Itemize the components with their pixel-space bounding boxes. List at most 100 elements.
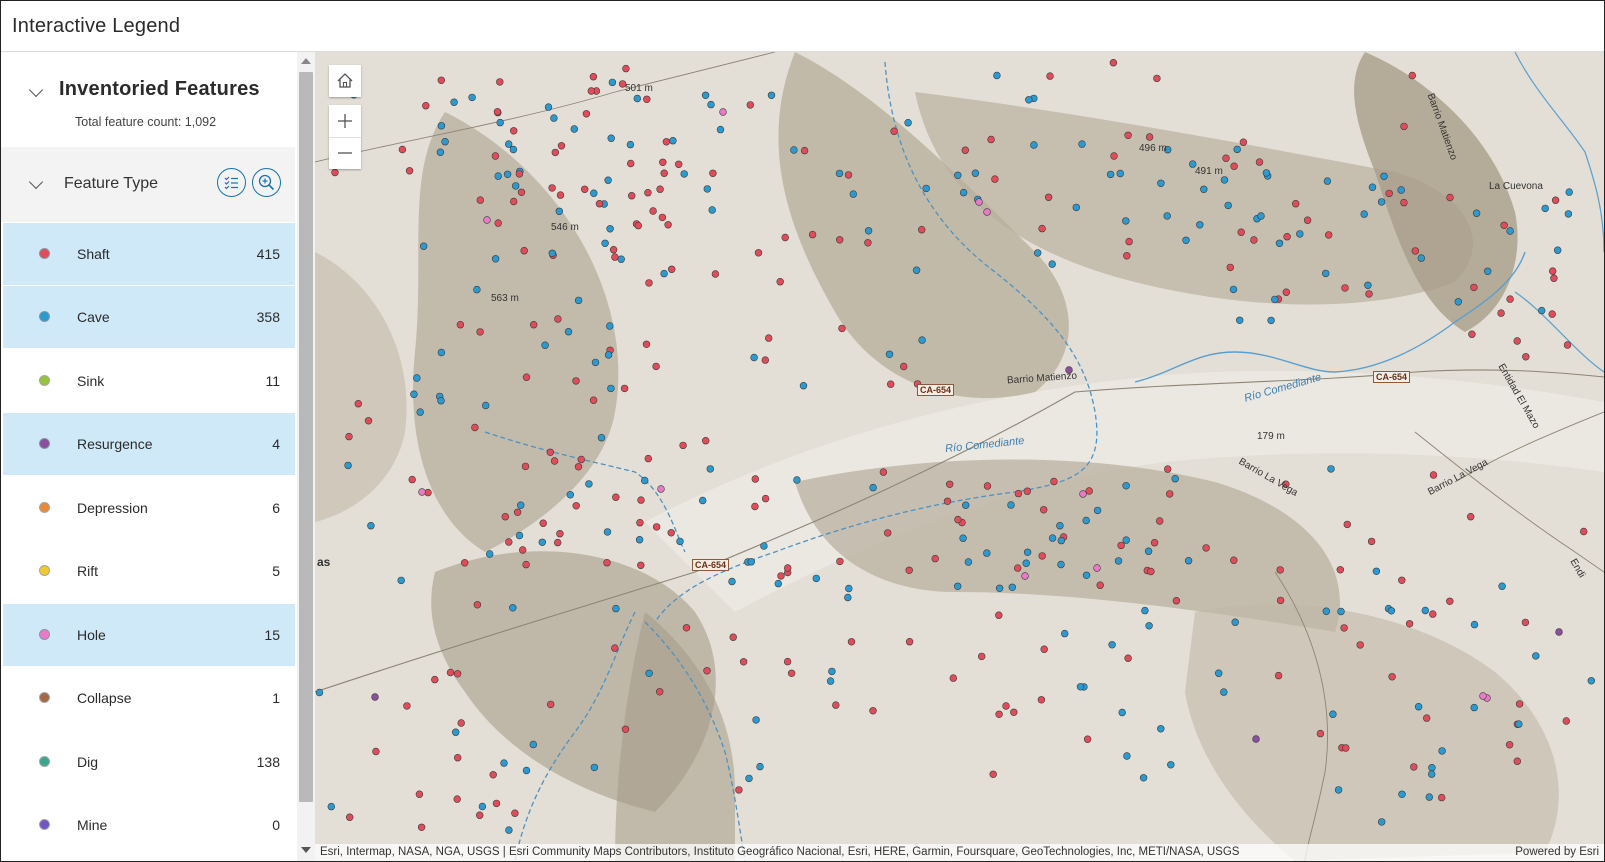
feature-point[interactable] xyxy=(1085,487,1093,495)
feature-point[interactable] xyxy=(1013,564,1022,572)
feature-point[interactable] xyxy=(662,138,671,146)
feature-point[interactable] xyxy=(1291,200,1300,208)
feature-point[interactable] xyxy=(398,145,407,154)
feature-point[interactable] xyxy=(608,78,617,87)
feature-point[interactable] xyxy=(1022,559,1030,567)
feature-point[interactable] xyxy=(787,669,796,677)
feature-point[interactable] xyxy=(838,324,846,333)
feature-point[interactable] xyxy=(706,465,714,473)
feature-point[interactable] xyxy=(752,716,760,724)
feature-point[interactable] xyxy=(1340,624,1348,632)
feature-point[interactable] xyxy=(1226,263,1234,272)
feature-point[interactable] xyxy=(1397,186,1405,194)
feature-point[interactable] xyxy=(642,340,651,348)
feature-point[interactable] xyxy=(574,296,583,305)
feature-point[interactable] xyxy=(1072,203,1080,212)
feature-point[interactable] xyxy=(364,417,373,425)
legend-item-sink[interactable]: Sink 11 xyxy=(3,350,295,413)
feature-point[interactable] xyxy=(660,269,668,278)
feature-point[interactable] xyxy=(1400,122,1408,131)
feature-point[interactable] xyxy=(1324,231,1333,239)
feature-point[interactable] xyxy=(1116,169,1124,178)
feature-point[interactable] xyxy=(522,560,530,569)
feature-point[interactable] xyxy=(1500,221,1508,230)
feature-point[interactable] xyxy=(709,169,717,178)
feature-point[interactable] xyxy=(1497,309,1505,317)
feature-point[interactable] xyxy=(1417,254,1426,262)
feature-point[interactable] xyxy=(1048,260,1056,268)
feature-point[interactable] xyxy=(922,184,930,193)
feature-point[interactable] xyxy=(1056,522,1064,530)
feature-point[interactable] xyxy=(776,278,784,286)
feature-point[interactable] xyxy=(1276,566,1284,574)
feature-point[interactable] xyxy=(1342,744,1350,752)
feature-point[interactable] xyxy=(517,188,526,197)
feature-point[interactable] xyxy=(784,564,792,572)
feature-point[interactable] xyxy=(1282,288,1290,296)
feature-point[interactable] xyxy=(550,457,559,465)
feature-point[interactable] xyxy=(1553,246,1562,254)
feature-point[interactable] xyxy=(1096,581,1104,589)
feature-point[interactable] xyxy=(453,795,461,803)
feature-point[interactable] xyxy=(781,233,789,242)
feature-point[interactable] xyxy=(501,513,510,521)
feature-point[interactable] xyxy=(509,604,517,612)
feature-point[interactable] xyxy=(1522,353,1530,361)
feature-point[interactable] xyxy=(1446,597,1454,605)
feature-point[interactable] xyxy=(371,693,379,701)
feature-point[interactable] xyxy=(1122,482,1130,490)
feature-point[interactable] xyxy=(1437,793,1446,802)
zoom-to-button[interactable] xyxy=(252,168,281,197)
feature-point[interactable] xyxy=(1144,547,1153,555)
feature-point[interactable] xyxy=(517,501,525,509)
feature-point[interactable] xyxy=(512,182,520,190)
feature-point[interactable] xyxy=(1367,537,1376,546)
feature-point[interactable] xyxy=(1039,506,1048,514)
feature-point[interactable] xyxy=(1079,490,1087,498)
feature-point[interactable] xyxy=(1513,757,1522,765)
feature-point[interactable] xyxy=(1014,489,1023,498)
feature-point[interactable] xyxy=(1002,702,1010,710)
feature-point[interactable] xyxy=(331,168,339,177)
feature-point[interactable] xyxy=(793,476,801,484)
feature-point[interactable] xyxy=(476,811,484,819)
feature-point[interactable] xyxy=(607,384,615,393)
feature-point[interactable] xyxy=(491,255,500,263)
feature-point[interactable] xyxy=(832,701,840,709)
feature-point[interactable] xyxy=(541,341,549,349)
feature-point[interactable] xyxy=(716,125,725,134)
feature-point[interactable] xyxy=(676,537,684,546)
feature-point[interactable] xyxy=(1222,154,1230,162)
feature-point[interactable] xyxy=(1548,310,1556,318)
feature-point[interactable] xyxy=(667,529,675,537)
feature-point[interactable] xyxy=(589,73,598,81)
show-all-button[interactable] xyxy=(217,168,246,197)
feature-point[interactable] xyxy=(991,175,999,183)
feature-point[interactable] xyxy=(590,189,598,197)
feature-point[interactable] xyxy=(548,184,556,192)
feature-point[interactable] xyxy=(1337,607,1345,616)
legend-item-collapse[interactable]: Collapse 1 xyxy=(3,667,295,730)
feature-point[interactable] xyxy=(835,169,844,178)
feature-point[interactable] xyxy=(1147,567,1155,576)
feature-point[interactable] xyxy=(745,774,753,783)
feature-point[interactable] xyxy=(1472,209,1481,217)
feature-point[interactable] xyxy=(510,127,518,135)
feature-point[interactable] xyxy=(1124,131,1132,140)
feature-point[interactable] xyxy=(953,582,962,590)
legend-item-resurgence[interactable]: Resurgence 4 xyxy=(3,413,295,476)
feature-point[interactable] xyxy=(751,502,759,511)
feature-point[interactable] xyxy=(728,577,736,586)
feature-point[interactable] xyxy=(835,236,844,244)
feature-point[interactable] xyxy=(1165,490,1174,498)
feature-point[interactable] xyxy=(680,170,688,178)
feature-point[interactable] xyxy=(550,114,558,122)
feature-point[interactable] xyxy=(505,826,513,834)
feature-point[interactable] xyxy=(703,667,711,675)
feature-point[interactable] xyxy=(1141,606,1149,615)
feature-point[interactable] xyxy=(682,624,691,632)
feature-point[interactable] xyxy=(1093,506,1102,515)
feature-point[interactable] xyxy=(945,480,954,488)
feature-type-header[interactable]: Feature Type xyxy=(1,147,295,222)
feature-point[interactable] xyxy=(617,255,625,263)
